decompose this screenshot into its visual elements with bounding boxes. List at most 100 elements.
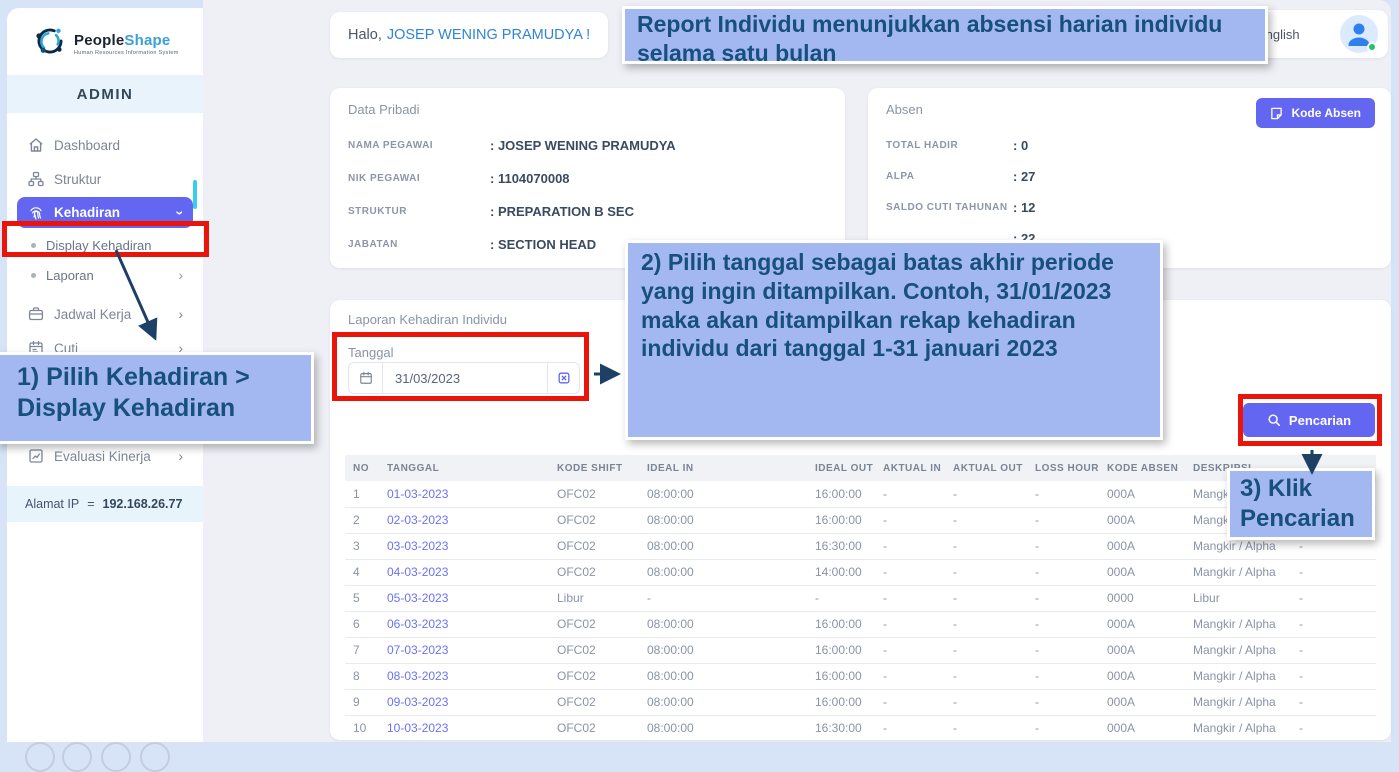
table-row: 505-03-2023Libur-----0000Libur- xyxy=(345,585,1376,611)
col-header-aktual-out: AKTUAL OUT xyxy=(945,455,1027,481)
kode-shift: OFC02 xyxy=(549,611,639,637)
date-link[interactable]: 02-03-2023 xyxy=(379,507,549,533)
table-row: 909-03-2023OFC0208:00:0016:00:00---000AM… xyxy=(345,689,1376,715)
decorative-circle xyxy=(101,742,131,772)
profile-row: NAMA PEGAWAI JOSEP WENING PRAMUDYA xyxy=(348,138,831,156)
row-no: 6 xyxy=(345,611,379,637)
sidebar-item-struktur[interactable]: Struktur xyxy=(17,163,193,195)
date-link[interactable]: 08-03-2023 xyxy=(387,669,448,683)
date-link[interactable]: 09-03-2023 xyxy=(387,695,448,709)
col-header-ideal-out: IDEAL OUT xyxy=(807,455,875,481)
deskripsi: Mangkir / Alpha xyxy=(1185,663,1291,689)
decorative-circle xyxy=(25,742,55,772)
date-link[interactable]: 10-03-2023 xyxy=(379,715,549,740)
loss-hour: - xyxy=(1027,637,1099,663)
loss-hour: - xyxy=(1027,585,1099,611)
ideal-in: - xyxy=(639,585,807,611)
table-row: 101-03-2023OFC0208:00:0016:00:00---000AM… xyxy=(345,481,1376,507)
row-no: 5 xyxy=(345,585,379,611)
row-no: 4 xyxy=(345,559,379,585)
date-link[interactable]: 06-03-2023 xyxy=(387,617,448,631)
kode-absen: 000A xyxy=(1099,533,1185,559)
date-link[interactable]: 06-03-2023 xyxy=(379,611,549,637)
date-link[interactable]: 08-03-2023 xyxy=(379,663,549,689)
date-link[interactable]: 04-03-2023 xyxy=(387,565,448,579)
ideal-out: 16:30:00 xyxy=(807,715,875,740)
fingerprint-icon xyxy=(27,204,44,221)
date-link[interactable]: 02-03-2023 xyxy=(387,513,448,527)
aktual-out: - xyxy=(945,585,1027,611)
deskripsi: Mangkir / Alpha xyxy=(1185,689,1291,715)
date-link[interactable]: 03-03-2023 xyxy=(387,539,448,553)
kode-absen: 0000 xyxy=(1099,585,1185,611)
kode-shift: OFC02 xyxy=(549,481,639,507)
kode-shift: OFC02 xyxy=(549,533,639,559)
kode-shift: OFC02 xyxy=(549,663,639,689)
deskripsi: Mangkir / Alpha xyxy=(1185,559,1291,585)
card-title: Laporan Kehadiran Individu xyxy=(348,312,507,327)
deskripsi: Mangkir / Alpha xyxy=(1185,715,1291,740)
user-avatar[interactable] xyxy=(1340,15,1378,53)
kode-shift: OFC02 xyxy=(549,715,639,740)
peopleshape-app: PeopleShape Human Resources Information … xyxy=(0,0,1399,751)
briefcase-icon xyxy=(27,306,44,323)
ideal-out: 16:00:00 xyxy=(807,507,875,533)
sidebar-item-jadwal-kerja[interactable]: Jadwal Kerja xyxy=(17,298,193,330)
ideal-out: 16:00:00 xyxy=(807,481,875,507)
kode-absen-button[interactable]: Kode Absen xyxy=(1256,98,1375,128)
chevron-right-icon xyxy=(178,267,183,283)
table-row: 404-03-2023OFC0208:00:0014:00:00---000AM… xyxy=(345,559,1376,585)
attendance-table-body: 101-03-2023OFC0208:00:0016:00:00---000AM… xyxy=(345,481,1376,740)
online-status-dot xyxy=(1367,42,1377,52)
extra-col: - xyxy=(1291,715,1376,740)
date-link[interactable]: 05-03-2023 xyxy=(387,591,448,605)
date-link[interactable]: 04-03-2023 xyxy=(379,559,549,585)
col-header-kode-absen: KODE ABSEN xyxy=(1099,455,1185,481)
date-link[interactable]: 07-03-2023 xyxy=(387,643,448,657)
row-no: 10 xyxy=(345,715,379,740)
ideal-in: 08:00:00 xyxy=(639,689,807,715)
sidebar-item-evaluasi-kinerja[interactable]: Evaluasi Kinerja xyxy=(17,440,193,472)
greeting-prefix: Halo, xyxy=(348,27,382,43)
table-row: 1010-03-2023OFC0208:00:0016:30:00---000A… xyxy=(345,715,1376,740)
date-link[interactable]: 07-03-2023 xyxy=(379,637,549,663)
extra-col: - xyxy=(1291,663,1376,689)
row-no: 3 xyxy=(345,533,379,559)
home-icon xyxy=(27,137,44,154)
extra-col: - xyxy=(1291,611,1376,637)
active-scroll-indicator xyxy=(193,180,197,209)
profile-row: STRUKTUR PREPARATION B SEC xyxy=(348,204,831,222)
sidebar-item-label: Evaluasi Kinerja xyxy=(54,449,151,464)
date-link[interactable]: 01-03-2023 xyxy=(387,487,448,501)
aktual-in: - xyxy=(875,611,945,637)
card-title: Data Pribadi xyxy=(348,102,827,117)
ip-label: Alamat IP xyxy=(25,497,79,511)
col-header-loss-hour: LOSS HOUR xyxy=(1027,455,1099,481)
aktual-in: - xyxy=(875,637,945,663)
kode-absen: 000A xyxy=(1099,507,1185,533)
aktual-out: - xyxy=(945,559,1027,585)
date-link[interactable]: 01-03-2023 xyxy=(379,481,549,507)
table-row: 202-03-2023OFC0208:00:0016:00:00---000AM… xyxy=(345,507,1376,533)
aktual-out: - xyxy=(945,715,1027,740)
aktual-out: - xyxy=(945,533,1027,559)
row-no: 9 xyxy=(345,689,379,715)
deskripsi: Mangkir / Alpha xyxy=(1185,637,1291,663)
table-row: 707-03-2023OFC0208:00:0016:00:00---000AM… xyxy=(345,637,1376,663)
greeting-card: Halo, JOSEP WENING PRAMUDYA ! xyxy=(330,12,608,58)
date-link[interactable]: 03-03-2023 xyxy=(379,533,549,559)
sitemap-icon xyxy=(27,171,44,188)
sidebar-item-laporan[interactable]: Laporan xyxy=(17,260,193,290)
loss-hour: - xyxy=(1027,611,1099,637)
extra-col: - xyxy=(1291,559,1376,585)
date-link[interactable]: 10-03-2023 xyxy=(387,721,448,735)
sidebar-item-dashboard[interactable]: Dashboard xyxy=(17,129,193,161)
kode-shift: OFC02 xyxy=(549,689,639,715)
ideal-in: 08:00:00 xyxy=(639,481,807,507)
absen-row: SALDO CUTI TAHUNAN 12 xyxy=(886,200,1377,218)
date-link[interactable]: 09-03-2023 xyxy=(379,689,549,715)
aktual-in: - xyxy=(875,559,945,585)
date-link[interactable]: 05-03-2023 xyxy=(379,585,549,611)
chart-icon xyxy=(27,448,44,465)
attendance-table: NOTANGGALKODE SHIFTIDEAL INIDEAL OUTAKTU… xyxy=(345,455,1376,740)
